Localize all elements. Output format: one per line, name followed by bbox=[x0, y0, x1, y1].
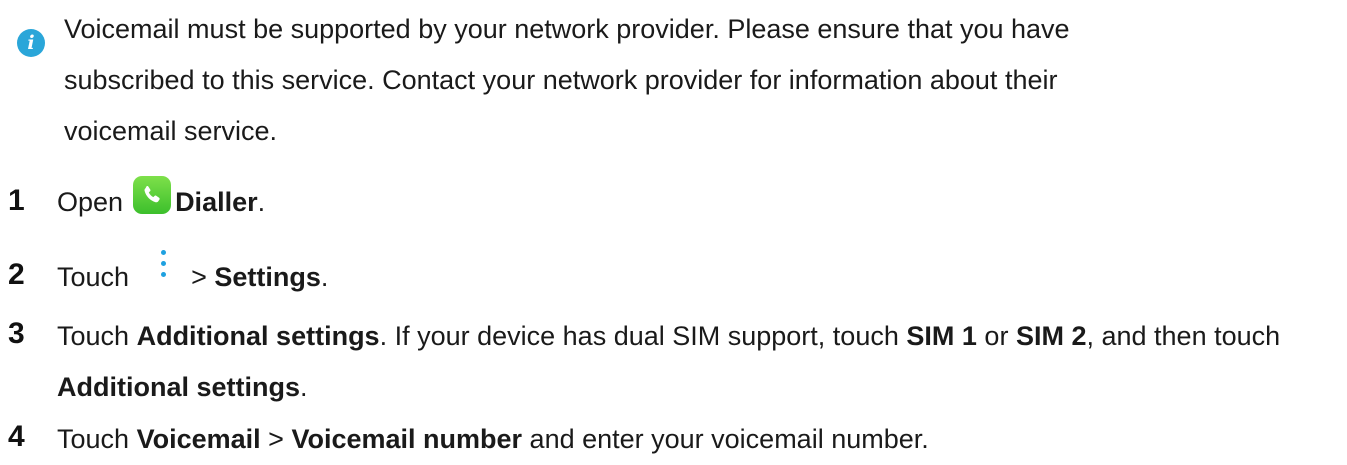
additional-settings-label-2: Additional settings bbox=[57, 372, 300, 402]
step-text-part: . If your device has dual SIM support, t… bbox=[379, 321, 899, 351]
sim1-label: SIM 1 bbox=[906, 321, 977, 351]
step-prefix: Touch bbox=[57, 424, 130, 454]
sim2-label: SIM 2 bbox=[1015, 321, 1087, 351]
step-number: 1 bbox=[8, 184, 25, 217]
step-text-part: or bbox=[984, 321, 1009, 351]
additional-settings-label: Additional settings bbox=[136, 321, 380, 351]
step-number: 3 bbox=[8, 317, 25, 350]
step-number: 2 bbox=[8, 258, 25, 291]
dialler-label: Dialler bbox=[175, 187, 258, 217]
step-prefix: Open bbox=[57, 187, 124, 217]
step-suffix: . bbox=[320, 262, 329, 292]
step-suffix: . bbox=[300, 372, 308, 402]
step-prefix: Touch bbox=[57, 321, 130, 351]
voicemail-number-label: Voicemail number bbox=[291, 424, 523, 454]
step-text: Touch Additional settings. If your devic… bbox=[57, 311, 1342, 413]
dialler-app-icon bbox=[133, 176, 172, 214]
step-number: 4 bbox=[8, 420, 25, 453]
info-icon: i bbox=[17, 29, 45, 57]
voicemail-label: Voicemail bbox=[136, 424, 261, 454]
step-suffix: . bbox=[257, 187, 266, 217]
more-options-icon bbox=[159, 250, 169, 284]
note-text: Voicemail must be supported by your netw… bbox=[64, 14, 1070, 146]
step-text: Touch > Settings. bbox=[57, 250, 1342, 303]
step-prefix: Touch bbox=[57, 262, 130, 292]
settings-label: Settings bbox=[214, 262, 321, 292]
step-text: Touch Voicemail > Voicemail number and e… bbox=[57, 414, 1342, 465]
separator: > bbox=[191, 262, 207, 292]
step-suffix: and enter your voicemail number. bbox=[529, 424, 929, 454]
step-text: Open Dialler. bbox=[57, 176, 1342, 228]
separator: > bbox=[268, 424, 284, 454]
step-text-part: , and then touch bbox=[1086, 321, 1281, 351]
